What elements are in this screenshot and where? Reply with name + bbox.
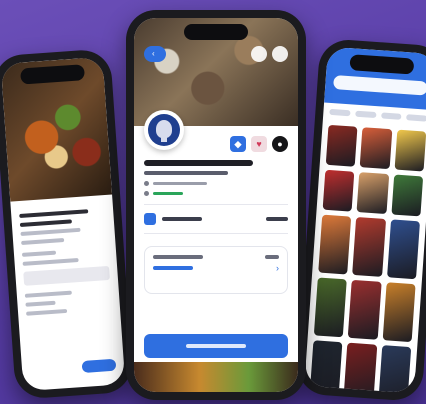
left-phone-body	[10, 195, 121, 330]
grid-tile[interactable]	[352, 216, 386, 277]
grid-tile[interactable]	[322, 169, 355, 212]
card-text	[265, 255, 279, 259]
left-text-line	[21, 237, 65, 245]
grid-tile[interactable]	[377, 345, 412, 394]
grid-tile[interactable]	[309, 340, 343, 394]
tab-item[interactable]	[354, 110, 377, 119]
left-text-line	[26, 308, 68, 316]
cover-actions	[251, 46, 288, 62]
info-left	[144, 213, 202, 225]
bottom-photo-strip	[134, 362, 298, 392]
more-icon[interactable]	[272, 46, 288, 62]
grid-tile[interactable]	[359, 127, 393, 170]
left-text-line	[24, 290, 73, 298]
left-phone-screen	[0, 56, 126, 392]
tab-item[interactable]	[406, 114, 426, 122]
clock-icon	[144, 191, 149, 196]
chevron-right-icon: ›	[276, 263, 279, 273]
grid-tile[interactable]	[348, 279, 382, 340]
center-phone-screen: ‹ ◆ ♥ ● ›	[134, 18, 298, 392]
grid-tile[interactable]	[325, 124, 358, 167]
left-text-line	[20, 227, 81, 236]
calendar-icon	[144, 213, 156, 225]
card-link[interactable]	[153, 266, 193, 270]
card-row	[153, 255, 279, 259]
shield-logo-icon	[144, 110, 184, 150]
primary-cta-button[interactable]	[144, 334, 288, 358]
left-text-line	[22, 258, 79, 266]
right-phone-screen	[304, 46, 426, 394]
left-ad-banner	[23, 265, 111, 286]
left-phone-mockup	[0, 48, 134, 400]
grid-tile[interactable]	[386, 219, 421, 280]
info-text	[162, 217, 202, 221]
left-text-line	[25, 300, 56, 307]
card-row: ›	[153, 263, 279, 273]
back-button[interactable]: ‹	[144, 46, 166, 62]
right-phone-mockup	[295, 38, 426, 402]
left-text-line	[19, 209, 89, 219]
grid-tile[interactable]	[313, 277, 348, 338]
card-text	[153, 255, 203, 259]
open-status	[153, 192, 183, 195]
logo-emblem	[148, 114, 180, 146]
grid-tile[interactable]	[394, 129, 426, 172]
grid-tile[interactable]	[382, 282, 416, 343]
search-input[interactable]	[333, 75, 426, 96]
center-phone-notch	[184, 24, 248, 40]
meta-text	[153, 182, 207, 185]
badge-row: ◆ ♥ ●	[230, 136, 288, 152]
grid-tile[interactable]	[343, 342, 377, 394]
image-grid	[304, 120, 426, 394]
info-value	[266, 217, 288, 221]
info-row[interactable]	[144, 204, 288, 234]
tab-item[interactable]	[329, 108, 351, 117]
location-icon	[144, 181, 149, 186]
grid-tile[interactable]	[356, 172, 389, 215]
grid-tile[interactable]	[391, 174, 424, 217]
dark-circle-icon[interactable]: ●	[272, 136, 288, 152]
meta-row	[144, 191, 288, 196]
heart-badge-icon[interactable]: ♥	[251, 136, 267, 152]
cta-label	[186, 344, 246, 348]
venue-subtitle	[144, 171, 228, 175]
chevron-left-icon: ‹	[152, 49, 155, 58]
meta-row	[144, 181, 288, 186]
grid-tile[interactable]	[318, 214, 352, 275]
share-icon[interactable]	[251, 46, 267, 62]
left-action-button[interactable]	[81, 358, 117, 374]
left-text-line	[21, 250, 57, 257]
center-phone-mockup: ‹ ◆ ♥ ● ›	[126, 10, 306, 400]
shield-badge-icon[interactable]: ◆	[230, 136, 246, 152]
info-card[interactable]: ›	[144, 246, 288, 294]
left-text-line	[19, 219, 72, 227]
venue-title	[144, 160, 254, 166]
tab-item[interactable]	[380, 112, 402, 120]
